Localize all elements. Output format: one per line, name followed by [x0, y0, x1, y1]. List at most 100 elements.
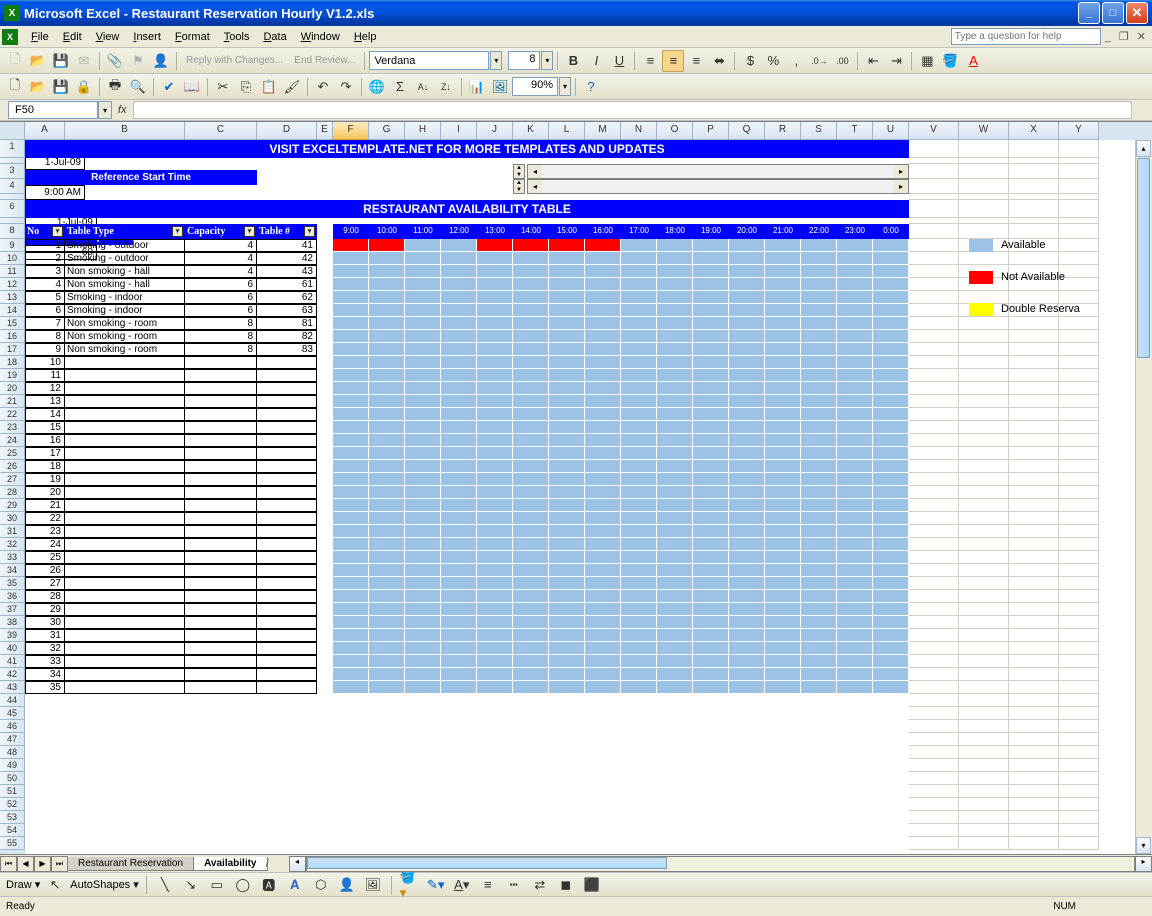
cell-available[interactable] [441, 434, 477, 447]
name-box-dropdown[interactable]: ▾ [98, 101, 112, 119]
cell-available[interactable] [765, 369, 801, 382]
cell-available[interactable] [405, 356, 441, 369]
cell-type[interactable] [65, 616, 185, 629]
cell-available[interactable] [549, 304, 585, 317]
cell-available[interactable] [765, 382, 801, 395]
menu-file[interactable]: File [24, 28, 56, 46]
cell-available[interactable] [657, 447, 693, 460]
cell-available[interactable] [729, 564, 765, 577]
cell-available[interactable] [333, 681, 369, 694]
cell-available[interactable] [513, 434, 549, 447]
cell-capacity[interactable] [185, 590, 257, 603]
cell-no[interactable]: 35 [25, 681, 65, 694]
column-header[interactable]: Q [729, 122, 765, 140]
cell-available[interactable] [729, 265, 765, 278]
cell-available[interactable] [585, 642, 621, 655]
chart-button[interactable]: 📊 [466, 76, 488, 98]
cell-table[interactable] [257, 408, 317, 421]
cell-available[interactable] [837, 304, 873, 317]
cell-available[interactable] [657, 538, 693, 551]
cell-available[interactable] [693, 590, 729, 603]
cell-available[interactable] [801, 551, 837, 564]
cell-available[interactable] [549, 460, 585, 473]
row-header[interactable]: 37 [0, 603, 25, 616]
menu-view[interactable]: View [89, 28, 127, 46]
cell-available[interactable] [729, 278, 765, 291]
cell-available[interactable] [513, 655, 549, 668]
diagram-button[interactable]: ⬡ [310, 874, 332, 896]
cell-available[interactable] [405, 486, 441, 499]
cell-capacity[interactable] [185, 668, 257, 681]
cell-available[interactable] [477, 577, 513, 590]
cell-available[interactable] [693, 577, 729, 590]
cell-available[interactable] [549, 252, 585, 265]
comma-button[interactable]: , [785, 50, 807, 72]
cell-available[interactable] [477, 629, 513, 642]
cell-no[interactable]: 27 [25, 577, 65, 590]
picture-button[interactable]: 🖼 [362, 874, 384, 896]
cell-available[interactable] [765, 525, 801, 538]
cell-capacity[interactable]: 4 [185, 252, 257, 265]
cell-available[interactable] [585, 343, 621, 356]
3d-button[interactable]: ⬛ [581, 874, 603, 896]
cell-available[interactable] [513, 304, 549, 317]
cell-available[interactable] [477, 616, 513, 629]
column-header[interactable]: U [873, 122, 909, 140]
cell-available[interactable] [477, 655, 513, 668]
cell-available[interactable] [729, 460, 765, 473]
cell-available[interactable] [837, 681, 873, 694]
cut-button[interactable]: ✂ [212, 76, 234, 98]
cell-available[interactable] [621, 330, 657, 343]
cell-available[interactable] [477, 590, 513, 603]
cell-available[interactable] [333, 265, 369, 278]
cell-available[interactable] [513, 642, 549, 655]
horizontal-slider[interactable]: ◂▸ [527, 164, 909, 179]
spin-down[interactable]: ▼ [514, 172, 524, 179]
cell-available[interactable] [693, 486, 729, 499]
cell-available[interactable] [765, 655, 801, 668]
cell-table[interactable] [257, 382, 317, 395]
cell-available[interactable] [585, 369, 621, 382]
cell-not-available[interactable] [333, 239, 369, 252]
cell-available[interactable] [441, 395, 477, 408]
cell-available[interactable] [549, 447, 585, 460]
cell-available[interactable] [693, 655, 729, 668]
column-header[interactable]: M [585, 122, 621, 140]
cell-available[interactable] [873, 668, 909, 681]
cell-available[interactable] [729, 590, 765, 603]
cell-type[interactable] [65, 538, 185, 551]
cell-type[interactable] [65, 590, 185, 603]
decrease-indent-button[interactable]: ⇤ [862, 50, 884, 72]
cell-available[interactable] [477, 681, 513, 694]
cell-available[interactable] [765, 616, 801, 629]
cell-available[interactable] [585, 421, 621, 434]
name-box[interactable]: F50 [8, 101, 98, 119]
cell-available[interactable] [441, 304, 477, 317]
cell-available[interactable] [369, 655, 405, 668]
cell-available[interactable] [729, 681, 765, 694]
cell-available[interactable] [801, 460, 837, 473]
cell-available[interactable] [837, 343, 873, 356]
print-preview-button[interactable]: 🔍 [127, 76, 149, 98]
mdi-restore[interactable]: ❐ [1115, 30, 1133, 43]
cell-available[interactable] [657, 499, 693, 512]
cell-available[interactable] [657, 317, 693, 330]
cell-available[interactable] [333, 278, 369, 291]
cell-available[interactable] [477, 278, 513, 291]
cell-available[interactable] [369, 473, 405, 486]
cell-available[interactable] [513, 447, 549, 460]
cell-table[interactable]: 61 [257, 278, 317, 291]
cell-available[interactable] [801, 369, 837, 382]
cell-capacity[interactable]: 8 [185, 330, 257, 343]
cell-available[interactable] [333, 330, 369, 343]
cell-available[interactable] [801, 525, 837, 538]
cell-table[interactable] [257, 434, 317, 447]
cell-available[interactable] [873, 538, 909, 551]
cell-available[interactable] [873, 239, 909, 252]
cell-no[interactable]: 24 [25, 538, 65, 551]
cell-available[interactable] [441, 421, 477, 434]
cell-available[interactable] [585, 616, 621, 629]
cell-available[interactable] [657, 239, 693, 252]
fx-icon[interactable]: fx [118, 104, 127, 116]
cell-table[interactable] [257, 668, 317, 681]
